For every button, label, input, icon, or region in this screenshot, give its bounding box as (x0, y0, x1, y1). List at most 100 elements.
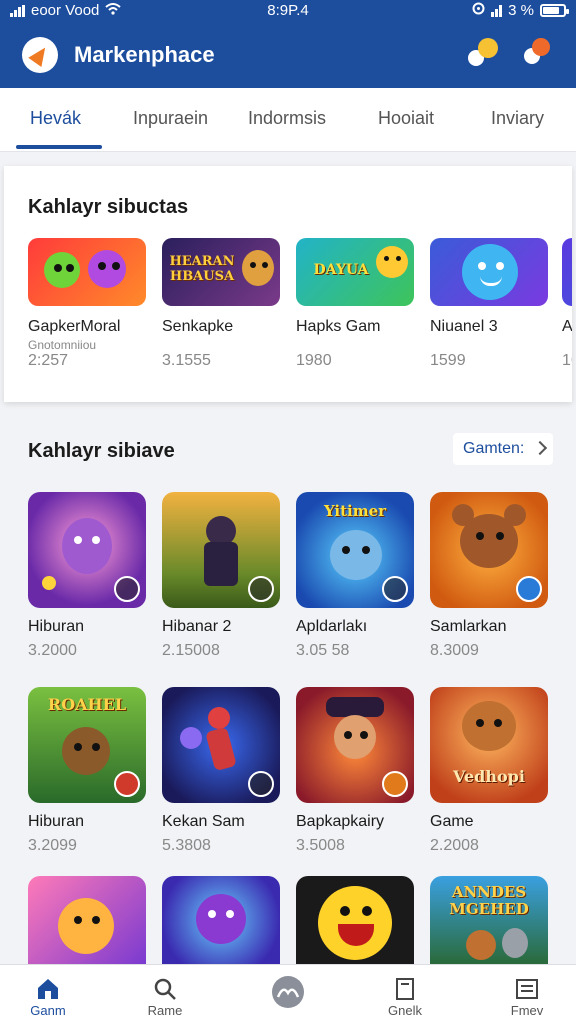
game-value: 3.2000 (28, 642, 77, 659)
game-thumbnail: ANNDES MGEHED (430, 876, 548, 964)
profile-icon[interactable] (522, 38, 554, 70)
featured-section-title: Kahlayr sibuctas (28, 196, 189, 218)
featured-item-value: 2:257 (28, 352, 69, 369)
see-all-button[interactable]: Gamten: (453, 433, 553, 465)
game-thumbnail: ROAHEL (28, 687, 146, 803)
featured-item-subtitle: Gnotomniiou (28, 338, 97, 352)
game-thumbnail (296, 687, 414, 803)
game-value: 2.2008 (430, 837, 479, 854)
nav-menu-label: Fmev (510, 1003, 544, 1018)
game-card[interactable]: Hiburan 3.2000 (28, 492, 146, 660)
game-badge-icon (248, 771, 274, 797)
game-name: Bapkapkairy (296, 813, 385, 830)
featured-item-value: 16 (562, 352, 572, 369)
featured-item-name: Hapks Gam (296, 318, 381, 335)
status-right: 3 % (472, 2, 569, 19)
game-thumbnail-text: Vedhopi (453, 767, 525, 786)
game-card[interactable] (296, 876, 414, 964)
game-thumbnail (162, 492, 280, 608)
nav-home[interactable]: Ganm (3, 965, 93, 1024)
featured-section: Kahlayr sibuctas GapkerMoral Gnotomniiou… (4, 166, 572, 402)
game-thumbnail-text: ROAHEL (47, 695, 127, 714)
chevron-right-icon (532, 440, 548, 456)
featured-item-name: Niuanel 3 (430, 318, 498, 335)
menu-icon (514, 977, 540, 1006)
nav-bookmark-label: Gnelk (388, 1003, 422, 1018)
bookmark-icon (392, 977, 418, 1006)
featured-thumbnail-text: HEARAN HBAUSA (169, 254, 235, 284)
game-card[interactable] (28, 876, 146, 964)
featured-thumbnail: HEARAN HBAUSA (162, 238, 280, 306)
category-tabs: Hevák Inpuraein Indormsis Hooiait Inviar… (0, 88, 576, 152)
game-thumbnail (28, 876, 146, 964)
game-card[interactable] (162, 876, 280, 964)
game-badge-icon (382, 771, 408, 797)
nav-search[interactable]: Rame (120, 965, 210, 1024)
notification-icon[interactable] (468, 38, 500, 70)
app-title: Markenphace (74, 42, 215, 67)
game-name: Samlarkan (430, 618, 507, 635)
featured-thumbnail (28, 238, 146, 306)
game-name: Apldarlakı (296, 618, 368, 635)
tab-hevak[interactable]: Hevák (30, 108, 81, 129)
tab-indormsis[interactable]: Indormsis (248, 108, 326, 129)
game-name: Hiburan (28, 813, 85, 830)
cell-signal-icon (491, 4, 503, 17)
featured-item-value: 3.1555 (162, 352, 211, 369)
featured-item-partial[interactable]: A 16 (562, 238, 572, 370)
nav-menu[interactable]: Fmev (482, 965, 572, 1024)
game-card[interactable]: Bapkapkairy 3.5008 (296, 687, 414, 855)
game-card[interactable]: ANNDES MGEHED (430, 876, 548, 964)
game-value: 3.05 58 (296, 642, 350, 659)
tab-hooiait[interactable]: Hooiait (378, 108, 434, 129)
active-tab-indicator (16, 145, 102, 149)
app-logo-icon[interactable] (22, 37, 58, 73)
game-value: 5.3808 (162, 837, 211, 854)
game-thumbnail (430, 492, 548, 608)
game-thumbnail: Vedhopi (430, 687, 548, 803)
game-thumbnail (162, 876, 280, 964)
tab-inpuraein[interactable]: Inpuraein (133, 108, 208, 129)
game-card[interactable]: Vedhopi Game 2.2008 (430, 687, 548, 855)
game-card[interactable]: Samlarkan 8.3009 (430, 492, 548, 660)
nav-center[interactable] (243, 965, 333, 1024)
nav-bookmark[interactable]: Gnelk (360, 965, 450, 1024)
game-value: 3.5008 (296, 837, 345, 854)
see-all-label: Gamten: (463, 440, 525, 457)
game-thumbnail-text: ANNDES MGEHED (449, 883, 529, 918)
featured-thumbnail-text: DAYUA (313, 262, 369, 278)
featured-item[interactable]: Niuanel 3 1599 (430, 238, 548, 370)
featured-item-name: Senkapke (162, 318, 234, 335)
game-thumbnail: Yitimer (296, 492, 414, 608)
tab-inviary[interactable]: Inviary (491, 108, 544, 129)
featured-item-name: A (562, 318, 572, 335)
game-card[interactable]: Kekan Sam 5.3808 (162, 687, 280, 855)
game-card[interactable]: Yitimer Apldarlakı 3.05 58 (296, 492, 414, 660)
game-badge-icon (114, 771, 140, 797)
nav-search-label: Rame (147, 1003, 183, 1018)
bottom-navigation: Ganm Rame Gnelk Fmev (0, 964, 576, 1024)
game-name: Hiburan (28, 618, 85, 635)
center-logo-icon (271, 975, 305, 1014)
game-thumbnail (28, 492, 146, 608)
game-badge-icon (382, 576, 408, 602)
games-section-title: Kahlayr sibiave (28, 440, 175, 462)
featured-item-value: 1980 (296, 352, 332, 369)
game-value: 8.3009 (430, 642, 479, 659)
featured-item[interactable]: DAYUA Hapks Gam 1980 (296, 238, 414, 370)
featured-item[interactable]: GapkerMoral Gnotomniiou 2:257 (28, 238, 146, 370)
game-card[interactable]: Hibanar 2 2.15008 (162, 492, 280, 660)
game-thumbnail (296, 876, 414, 964)
battery-percent: 3 % (508, 2, 534, 19)
battery-icon (540, 4, 569, 17)
featured-item[interactable]: HEARAN HBAUSA Senkapke 3.1555 (162, 238, 280, 370)
game-badge-icon (248, 576, 274, 602)
game-name: Hibanar 2 (162, 618, 232, 635)
app-header: eoor Vood 8:9P.4 3 % Markenphace (0, 0, 576, 88)
game-thumbnail-text: Yitimer (323, 502, 387, 520)
featured-thumbnail (430, 238, 548, 306)
home-icon (35, 977, 61, 1006)
featured-item-name: GapkerMoral (28, 318, 121, 335)
game-card[interactable]: ROAHEL Hiburan 3.2099 (28, 687, 146, 855)
game-badge-icon (516, 576, 542, 602)
